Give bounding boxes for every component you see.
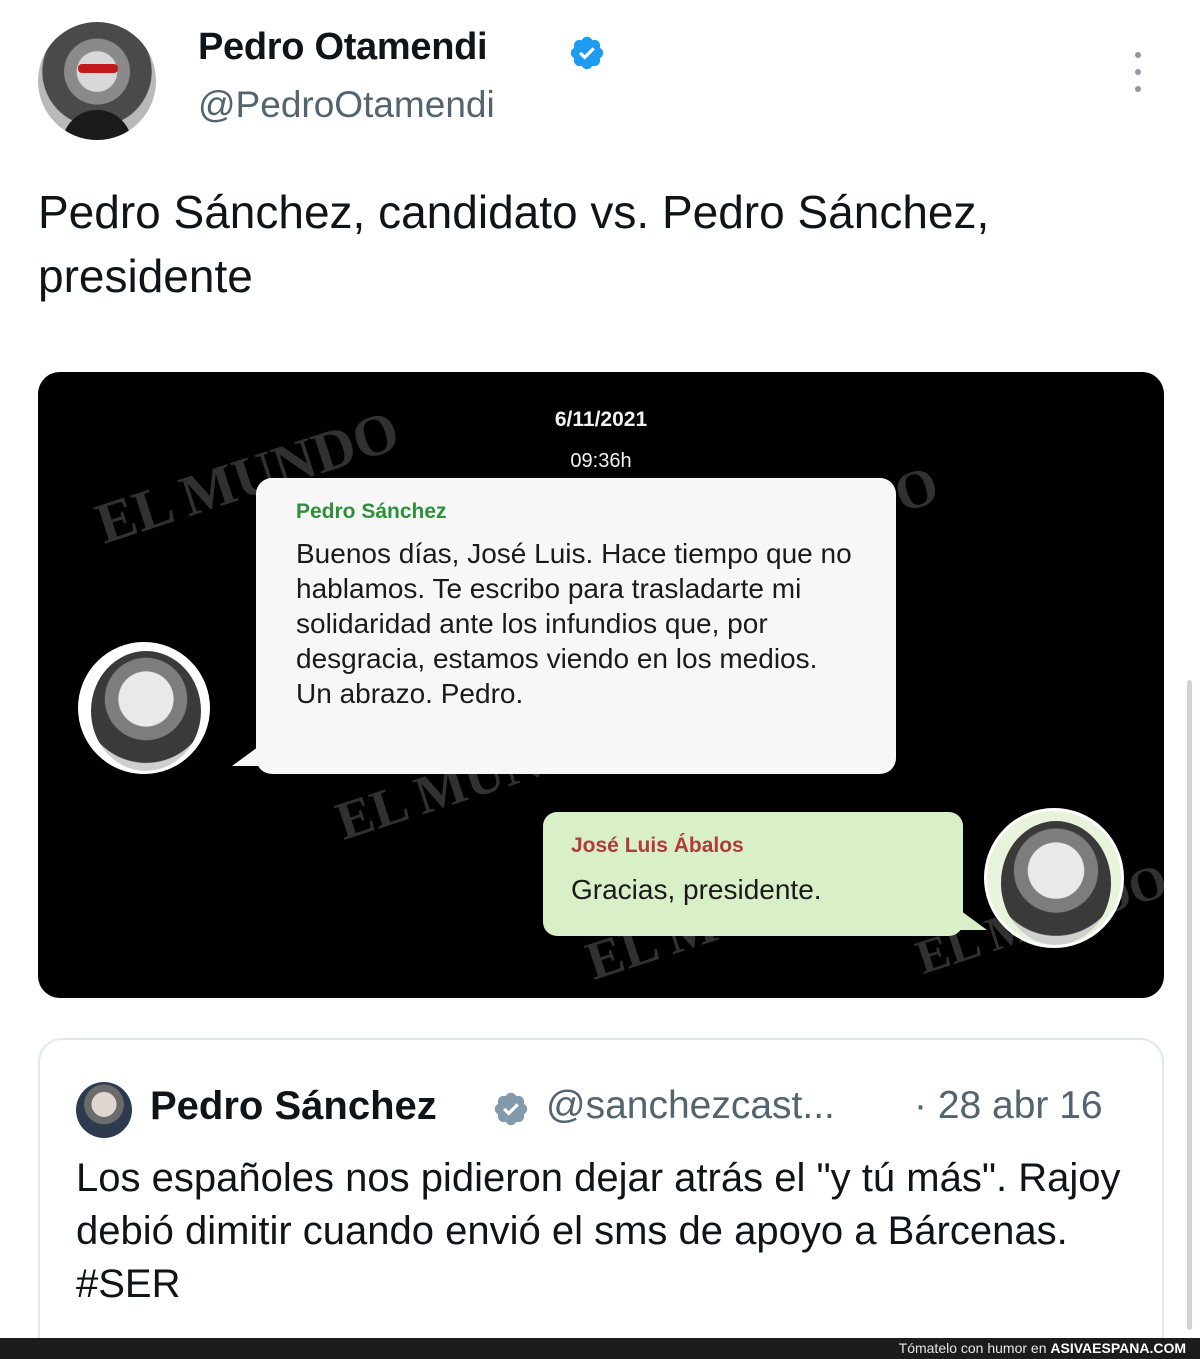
face	[91, 651, 201, 771]
dot	[1135, 69, 1141, 75]
dot	[1135, 86, 1141, 92]
avatar-shirt	[62, 110, 132, 140]
tweet-screenshot: Pedro Otamendi @PedroOtamendi Pedro Sánc…	[0, 0, 1200, 1359]
verified-badge-icon	[494, 1092, 528, 1126]
bubble-tail	[957, 908, 987, 930]
sender-photo	[78, 642, 210, 774]
message-bubble-outgoing: José Luis Ábalos Gracias, presidente.	[543, 812, 987, 936]
tweet-media-image[interactable]: EL MUNDO EL MUNDO EL MUNDO EL MUNDO EL M…	[38, 372, 1164, 998]
dot	[1135, 52, 1141, 58]
author-name[interactable]: Pedro Otamendi	[198, 26, 488, 69]
message-date: 6/11/2021	[554, 408, 648, 431]
quoted-date[interactable]: · 28 abr 16	[914, 1084, 1103, 1128]
message-text: Buenos días, José Luis. Hace tiempo que …	[296, 538, 852, 709]
face	[1001, 821, 1111, 945]
quoted-tweet[interactable]: Pedro Sánchez @sanchezcast... · 28 abr 1…	[38, 1038, 1164, 1359]
recipient-photo	[984, 808, 1124, 948]
scrollbar[interactable]	[1187, 680, 1192, 1330]
message-sender: Pedro Sánchez	[296, 500, 447, 523]
source-footer: Tómatelo con humor en ASIVAESPANA.COM	[0, 1338, 1200, 1359]
quoted-author-name[interactable]: Pedro Sánchez	[150, 1084, 437, 1129]
quoted-avatar[interactable]	[76, 1082, 132, 1138]
avatar-glasses	[78, 64, 118, 73]
message-bubble-incoming: Pedro Sánchez Buenos días, José Luis. Ha…	[232, 478, 896, 774]
quoted-text: Los españoles nos pidieron dejar atrás e…	[76, 1156, 1121, 1306]
message-sender: José Luis Ábalos	[571, 834, 744, 857]
footer-site[interactable]: ASIVAESPANA.COM	[1050, 1340, 1186, 1356]
bubble-tail	[232, 744, 262, 766]
author-avatar[interactable]	[38, 22, 156, 140]
tweet-text: Pedro Sánchez, candidato vs. Pedro Sánch…	[38, 186, 990, 302]
message-text: Gracias, presidente.	[571, 874, 822, 905]
message-time: 09:36h	[570, 450, 632, 472]
footer-text: Tómatelo con humor en	[898, 1340, 1047, 1356]
verified-badge-icon	[570, 36, 604, 70]
more-options-icon[interactable]	[1128, 52, 1148, 92]
author-handle[interactable]: @PedroOtamendi	[198, 84, 495, 126]
quoted-author-handle[interactable]: @sanchezcast...	[546, 1084, 835, 1128]
